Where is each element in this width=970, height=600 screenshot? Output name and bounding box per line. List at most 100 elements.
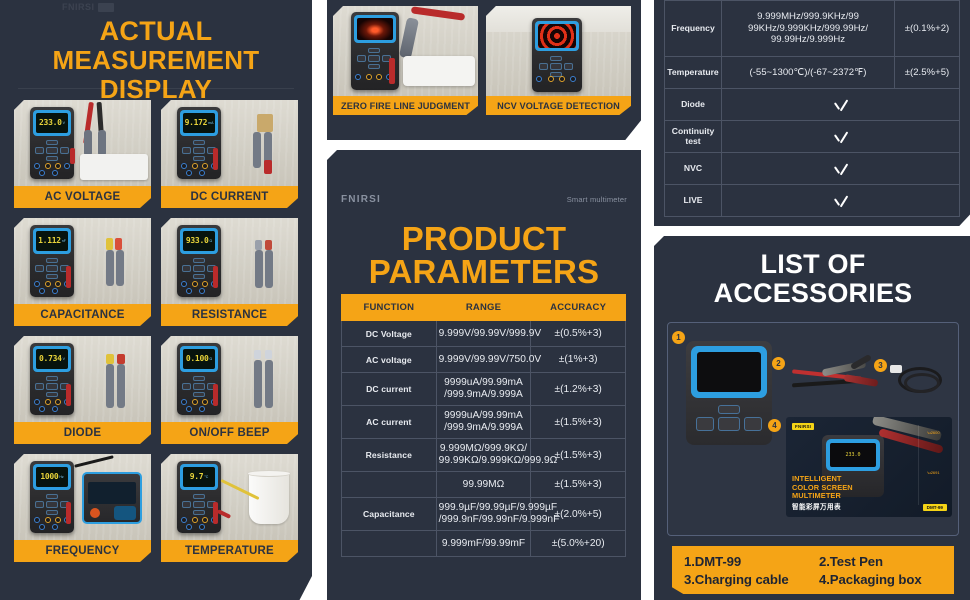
detection-panel: ZERO FIRE LINE JUDGMENT NCV VOLTAGE DETEC… (327, 0, 641, 140)
accessory-badge-2: 2 (772, 357, 785, 370)
device-reading: 0.734 (39, 354, 62, 363)
multimeter-device: 233.0 V (30, 107, 74, 179)
device-screen-frame (691, 346, 767, 398)
table-row: NVC (664, 152, 960, 185)
accessory-multimeter-image (686, 341, 772, 445)
device-screen: 0.100 Ω (183, 349, 215, 369)
measurement-label: CAPACITANCE (14, 304, 151, 326)
table-row: DC Voltage 9.999V/99.99V/999.9V ±(0.5%+3) (341, 320, 626, 347)
acc-title-line1: LIST OF (760, 249, 866, 279)
device-screen-frame: 1.112 nF (33, 228, 71, 254)
page-title-accessories: LIST OF ACCESSORIES (654, 249, 970, 308)
table-row: LIVE (664, 184, 960, 217)
measurement-card: 0.100 Ω ON/OFF BEEP (161, 336, 298, 444)
measurement-label: AC VOLTAGE (14, 186, 151, 208)
device-screen: 9.7 °C (183, 467, 215, 487)
page-title-middle: PRODUCT PARAMETERS (327, 222, 641, 288)
accessory-list-item: 4.Packaging box (819, 571, 922, 587)
device-key-center (718, 417, 740, 431)
cell-range: 9999uA/99.99mA/999.9mA/9.999A (435, 372, 532, 406)
header-range: RANGE (435, 294, 532, 321)
left-title-line1: ACTUAL (99, 16, 213, 46)
cell-range: 999.9µF/99.99µF/9.999µF/999.9nF/99.99nF/… (435, 497, 559, 531)
cell-function (341, 530, 437, 557)
check-icon (832, 132, 849, 142)
cell-range: 9.999V/99.99V/999.9V (435, 320, 541, 347)
cell-function: Temperature (664, 56, 722, 89)
cell-function: Diode (664, 88, 722, 121)
accessory-charging-cable-image (890, 363, 946, 399)
measurement-label: TEMPERATURE (161, 540, 298, 562)
cell-range: 9.999MΩ/999.9KΩ/99.99KΩ/9.999KΩ/999.9Ω (435, 438, 557, 472)
measurement-photo: 1000 Hz (14, 454, 151, 540)
device-screen-frame: 233.0 V (33, 110, 71, 136)
package-brand-tag: FNIRSI (792, 423, 815, 430)
device-key-right (744, 417, 762, 431)
measurement-card: 233.0 V AC VOLTAGE (14, 100, 151, 208)
package-side-icons: \u2600 \u2691 (918, 425, 948, 505)
device-keypad (182, 140, 216, 162)
brand-tagline: Smart multimeter (566, 195, 627, 204)
cell-function: LIVE (664, 184, 722, 217)
measurement-card: 0.734 V DIODE (14, 336, 151, 444)
measurement-label: RESISTANCE (161, 304, 298, 326)
measurement-card: 9.7 °C TEMPERATURE (161, 454, 298, 562)
measurement-label: FREQUENCY (14, 540, 151, 562)
device-screen: 933.0 Ω (183, 231, 215, 251)
specs-continued-panel: Frequency 9.999MHz/999.9KHz/99 99KHz/9.999… (654, 0, 970, 226)
accessories-panel: LIST OF ACCESSORIES 1 2 3 4 FNIRSI 233.0… (654, 236, 970, 600)
package-device-frame: 233.0 (826, 439, 880, 471)
device-keypad (696, 405, 762, 435)
device-unit: Hz (59, 475, 64, 479)
measurement-photo: 0.100 Ω (161, 336, 298, 422)
device-screen-frame: 9.7 °C (180, 464, 218, 490)
table-row: Resistance 9.999MΩ/999.9KΩ/99.99KΩ/9.999K… (341, 438, 626, 472)
measurement-photo: 9.172 mA (161, 100, 298, 186)
device-unit: V (62, 357, 65, 361)
device-reading: 0.100 (185, 354, 209, 363)
device-unit: Ω (209, 357, 213, 361)
device-screen: 1000 Hz (36, 467, 68, 487)
device-key-top (718, 405, 740, 414)
watermark-logo-mark (97, 2, 114, 12)
accessory-list-item: 2.Test Pen (819, 553, 883, 569)
accessory-badge-3: 3 (874, 359, 887, 372)
measurement-grid: 233.0 V AC VOLTAGE 9.172 mA DC CURRENT 1.112 nF… (14, 100, 298, 562)
cell-function: DC Voltage (341, 320, 437, 347)
table-row: Frequency 9.999MHz/999.9KHz/99 99KHz/9.999… (664, 0, 960, 57)
package-model-tag: DMT-99 (922, 504, 947, 511)
brand-logo-text: FNIRSI (341, 194, 381, 205)
check-icon (832, 196, 849, 206)
device-reading: 233.0 (39, 118, 62, 127)
device-keypad (35, 376, 69, 398)
device-unit: mA (208, 121, 214, 125)
title-divider (18, 88, 294, 89)
cell-supported (721, 88, 960, 121)
watermark-logo-text: FNIRSI (62, 2, 95, 12)
cell-supported (721, 152, 960, 185)
cell-function: Capacitance (341, 497, 437, 531)
check-icon (832, 164, 849, 174)
cell-function: Continuity test (664, 120, 722, 153)
cell-function: NVC (664, 152, 722, 185)
header-function: FUNCTION (341, 294, 437, 321)
device-screen: 233.0 V (36, 113, 68, 133)
cell-accuracy: ±(5.0%+20) (530, 530, 626, 557)
multimeter-device (532, 18, 582, 92)
device-ports (34, 399, 70, 412)
product-parameters-table: FUNCTION RANGE ACCURACY DC Voltage 9.999V… (341, 294, 626, 557)
device-reading: 933.0 (185, 236, 209, 245)
package-text: INTELLIGENT COLOR SCREEN MULTIMETER (792, 474, 853, 501)
table-row: Capacitance 999.9µF/99.99µF/9.999µF/999.9… (341, 497, 626, 531)
device-reading: 9.172 (184, 118, 208, 127)
cell-accuracy: ±(1%+3) (530, 346, 626, 373)
measurement-photo: 1.112 nF (14, 218, 151, 304)
measurement-photo: 233.0 V (14, 100, 151, 186)
cell-supported (721, 184, 960, 217)
accessories-list: 1.DMT-99 2.Test Pen 3.Charging cable 4.Pack… (672, 546, 954, 594)
product-parameters-panel: FNIRSI Smart multimeter PRODUCT PARAMETE… (327, 150, 641, 600)
cell-accuracy: ±(0.1%+2) (894, 0, 960, 57)
device-ports (34, 517, 70, 530)
device-screen-frame: 1000 Hz (33, 464, 71, 490)
cell-range: 9999uA/99.99mA/999.9mA/9.999A (435, 405, 532, 439)
